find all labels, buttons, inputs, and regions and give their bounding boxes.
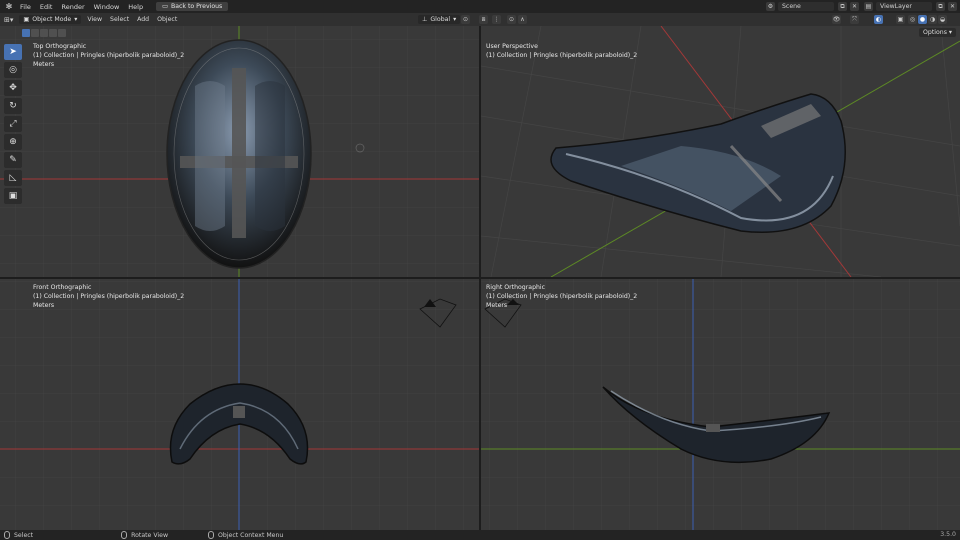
menu-select[interactable]: Select	[110, 16, 129, 23]
chevron-down-icon: ▾	[74, 16, 78, 23]
status-select-label: Select	[14, 531, 34, 539]
rotate-icon[interactable]: ↻	[4, 98, 22, 114]
pivot-point-icon[interactable]: ⊙	[461, 15, 470, 24]
falloff-icon[interactable]: ∧	[518, 15, 527, 24]
menu-view[interactable]: View	[87, 16, 102, 23]
viewport-units: Meters	[486, 302, 508, 309]
menu-edit[interactable]: Edit	[40, 3, 53, 11]
status-rotate: Rotate View	[121, 531, 168, 539]
menu-render[interactable]: Render	[61, 3, 84, 11]
perspective-view-canvas	[481, 26, 960, 277]
menu-help[interactable]: Help	[128, 3, 143, 11]
selection-mode-group	[22, 29, 66, 37]
mouse-right-icon	[208, 531, 215, 539]
version-label: 3.5.0	[940, 531, 956, 538]
back-to-previous-label: Back to Previous	[170, 3, 223, 10]
select-invert-icon[interactable]	[58, 29, 66, 37]
options-label: Options	[923, 29, 947, 36]
wireframe-shading-icon[interactable]: ◎	[908, 15, 917, 24]
mouse-left-icon	[4, 531, 10, 539]
viewport-title: Top Orthographic	[33, 43, 87, 50]
tool-shelf: ➤ ◎ ✥ ↻ ⤢ ⊕ ✎ ◺ ▣	[4, 44, 23, 204]
object-mode-label: Object Mode	[32, 16, 72, 23]
overlays-icon[interactable]: ◐	[874, 15, 883, 24]
viewport-collection: (1) Collection | Pringles (hiperbolik pa…	[33, 52, 185, 59]
viewport-front-orthographic[interactable]: Front Orthographic (1) Collection | Prin…	[0, 279, 479, 530]
add-cube-icon[interactable]: ▣	[4, 188, 22, 204]
transform-icon[interactable]: ⊕	[4, 134, 22, 150]
scene-field[interactable]: Scene	[778, 2, 834, 11]
proportional-editing-icon[interactable]: ⊙	[507, 15, 516, 24]
viewport-title: Front Orthographic	[33, 284, 92, 291]
viewport-title: Right Orthographic	[486, 284, 546, 291]
visibility-icon[interactable]: 👁	[832, 15, 841, 24]
editor-type-icon[interactable]: ⊞▾	[4, 16, 13, 24]
solid-shading-icon[interactable]: ●	[918, 15, 927, 24]
snap-icon[interactable]: ⧈	[479, 15, 488, 24]
rendered-shading-icon[interactable]: ◒	[938, 15, 947, 24]
viewport-collection: (1) Collection | Pringles (hiperbolik pa…	[486, 293, 638, 300]
right-view-canvas	[481, 279, 960, 530]
screen-icon: ▭	[162, 3, 168, 10]
viewport-units: Meters	[33, 302, 55, 309]
annotate-icon[interactable]: ✎	[4, 152, 22, 168]
delete-view-layer-icon[interactable]: ✕	[948, 2, 957, 11]
blender-logo-icon[interactable]: ✻	[4, 2, 14, 12]
menu-add[interactable]: Add	[137, 16, 149, 23]
transform-orientation-dropdown[interactable]: ⊥ Global ▾	[418, 15, 461, 24]
measure-icon[interactable]: ◺	[4, 170, 22, 186]
transform-orientation-label: Global	[430, 16, 451, 23]
menu-window[interactable]: Window	[94, 3, 120, 11]
view-layer-icon[interactable]: ▤	[864, 2, 873, 11]
select-extend-icon[interactable]	[31, 29, 39, 37]
status-rotate-label: Rotate View	[131, 531, 169, 539]
select-new-icon[interactable]	[22, 29, 30, 37]
viewport-collection: (1) Collection | Pringles (hiperbolik pa…	[33, 293, 185, 300]
viewport-collection: (1) Collection | Pringles (hiperbolik pa…	[486, 52, 638, 59]
gizmo-icon[interactable]: ⤧	[850, 15, 859, 24]
viewport-title: User Perspective	[486, 43, 538, 50]
menu-file[interactable]: File	[20, 3, 31, 11]
status-context-label: Object Context Menu	[218, 531, 284, 539]
xray-icon[interactable]: ▣	[896, 15, 905, 24]
status-bar: Select Rotate View Object Context Menu 3…	[0, 530, 960, 540]
select-intersect-icon[interactable]	[49, 29, 57, 37]
viewport-user-perspective[interactable]: User Perspective (1) Collection | Pringl…	[481, 26, 960, 277]
chevron-down-icon: ▾	[948, 29, 952, 36]
cursor-icon[interactable]: ◎	[4, 62, 22, 78]
scene-name: Scene	[782, 3, 801, 10]
mouse-middle-icon	[121, 531, 128, 539]
viewport-units: Meters	[33, 61, 55, 68]
top-view-canvas	[0, 26, 479, 277]
scene-selector-icon[interactable]: ⚙	[766, 2, 775, 11]
new-view-layer-icon[interactable]: ⧉	[936, 2, 945, 11]
object-mode-icon: ▣	[23, 16, 30, 23]
move-icon[interactable]: ✥	[4, 80, 22, 96]
select-subtract-icon[interactable]	[40, 29, 48, 37]
select-box-icon[interactable]: ➤	[4, 44, 22, 60]
material-shading-icon[interactable]: ◑	[928, 15, 937, 24]
viewport-right-orthographic[interactable]: Right Orthographic (1) Collection | Prin…	[481, 279, 960, 530]
status-select: Select	[4, 531, 33, 539]
front-view-canvas	[0, 279, 479, 530]
view-layer-field[interactable]: ViewLayer	[876, 2, 932, 11]
object-mode-dropdown[interactable]: ▣ Object Mode ▾	[19, 15, 82, 24]
menu-object[interactable]: Object	[157, 16, 177, 23]
snap-target-icon[interactable]: ⋮	[492, 15, 501, 24]
chevron-down-icon: ▾	[453, 16, 457, 23]
status-context: Object Context Menu	[208, 531, 283, 539]
orientation-icon: ⊥	[422, 16, 428, 23]
options-dropdown[interactable]: Options ▾	[919, 28, 956, 37]
new-scene-icon[interactable]: ⧉	[838, 2, 847, 11]
scale-icon[interactable]: ⤢	[4, 116, 22, 132]
delete-scene-icon[interactable]: ✕	[850, 2, 859, 11]
viewport-top-orthographic[interactable]: Top Orthographic (1) Collection | Pringl…	[0, 26, 479, 277]
back-to-previous-button[interactable]: ▭ Back to Previous	[156, 2, 229, 11]
view-layer-name: ViewLayer	[880, 3, 912, 10]
